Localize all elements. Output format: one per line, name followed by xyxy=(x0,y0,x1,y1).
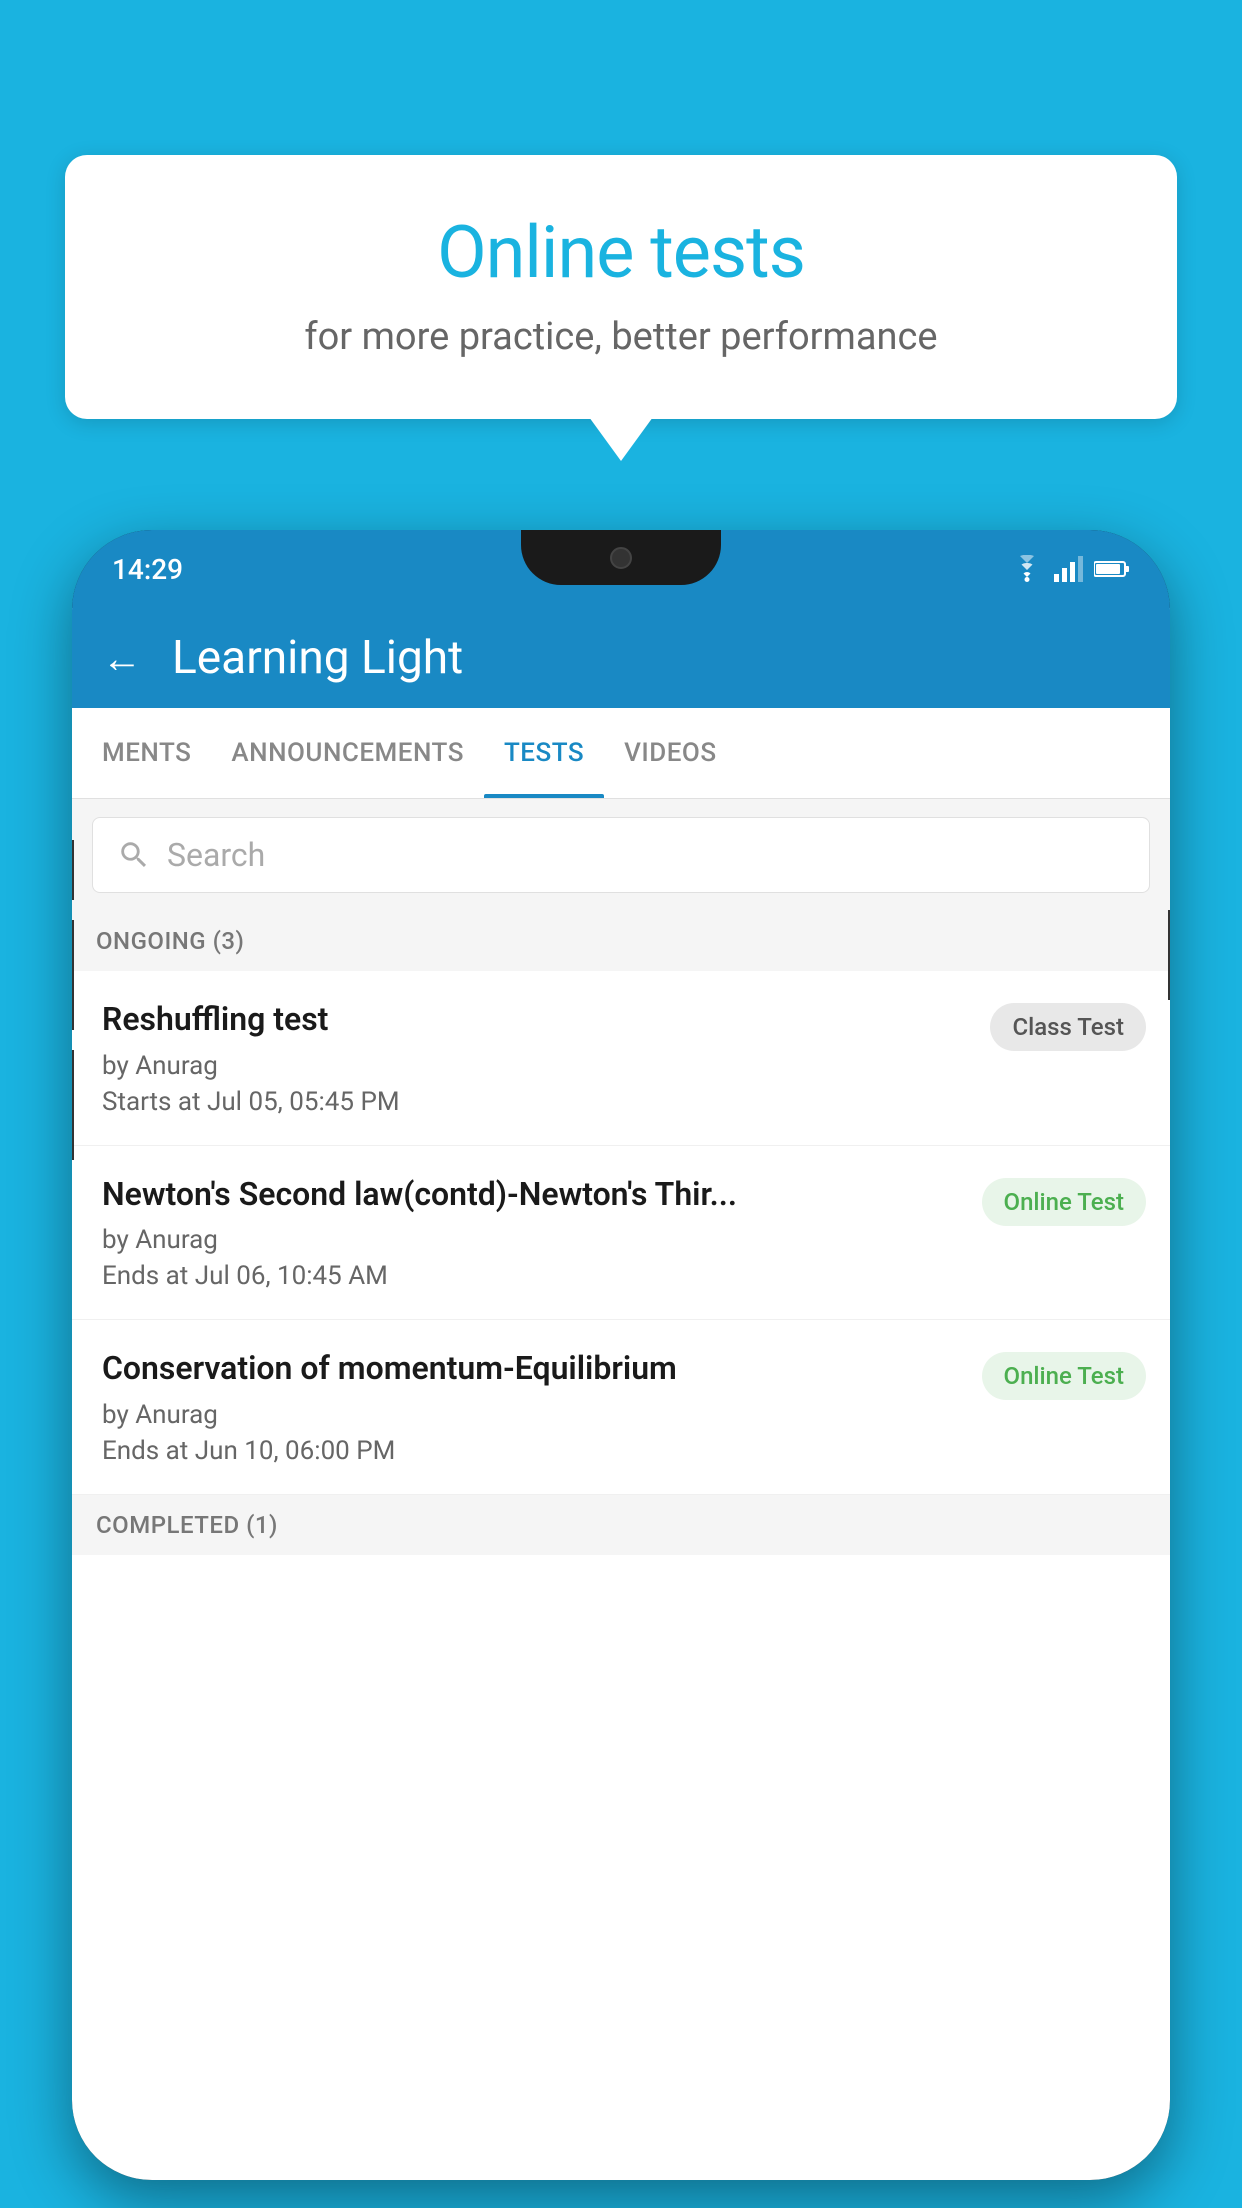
search-bar[interactable]: Search xyxy=(92,817,1150,893)
status-bar: 14:29 xyxy=(72,530,1170,608)
test-date: Ends at Jul 06, 10:45 AM xyxy=(102,1261,962,1291)
test-list: Reshuffling test by Anurag Starts at Jul… xyxy=(72,971,1170,1495)
test-item[interactable]: Conservation of momentum-Equilibrium by … xyxy=(72,1320,1170,1495)
bubble-subtitle: for more practice, better performance xyxy=(125,315,1117,359)
bubble-title: Online tests xyxy=(125,210,1117,295)
search-icon xyxy=(117,838,151,872)
test-title: Reshuffling test xyxy=(102,999,970,1041)
test-title: Newton's Second law(contd)-Newton's Thir… xyxy=(102,1174,962,1216)
app-header: ← Learning Light xyxy=(72,608,1170,708)
test-info: Conservation of momentum-Equilibrium by … xyxy=(102,1348,982,1466)
phone-camera xyxy=(610,547,632,569)
test-info: Newton's Second law(contd)-Newton's Thir… xyxy=(102,1174,982,1292)
phone-notch xyxy=(521,530,721,585)
back-button[interactable]: ← xyxy=(102,635,142,682)
test-badge-class: Class Test xyxy=(990,1003,1146,1051)
status-time: 14:29 xyxy=(112,553,183,586)
app-title: Learning Light xyxy=(172,631,463,685)
tab-videos[interactable]: VIDEOS xyxy=(604,708,736,798)
signal-icon xyxy=(1054,556,1084,582)
tabs-bar: MENTS ANNOUNCEMENTS TESTS VIDEOS xyxy=(72,708,1170,799)
completed-section-header: COMPLETED (1) xyxy=(72,1495,1170,1555)
ongoing-section-header: ONGOING (3) xyxy=(72,911,1170,971)
tab-announcements[interactable]: ANNOUNCEMENTS xyxy=(211,708,484,798)
speech-bubble: Online tests for more practice, better p… xyxy=(65,155,1177,419)
tab-tests[interactable]: TESTS xyxy=(484,708,604,798)
phone-frame: 14:29 xyxy=(72,530,1170,2180)
test-badge-online: Online Test xyxy=(982,1178,1146,1226)
speech-bubble-container: Online tests for more practice, better p… xyxy=(65,155,1177,419)
phone-screen: ← Learning Light MENTS ANNOUNCEMENTS TES… xyxy=(72,608,1170,2180)
test-date: Starts at Jul 05, 05:45 PM xyxy=(102,1087,970,1117)
test-badge-online-2: Online Test xyxy=(982,1352,1146,1400)
test-author: by Anurag xyxy=(102,1400,962,1430)
volume-button-2 xyxy=(72,920,74,1030)
test-author: by Anurag xyxy=(102,1051,970,1081)
test-item[interactable]: Reshuffling test by Anurag Starts at Jul… xyxy=(72,971,1170,1146)
search-placeholder: Search xyxy=(167,836,265,874)
tab-assignments[interactable]: MENTS xyxy=(82,708,211,798)
volume-button-1 xyxy=(72,840,74,900)
test-date: Ends at Jun 10, 06:00 PM xyxy=(102,1436,962,1466)
power-button xyxy=(1168,910,1170,1000)
volume-button-3 xyxy=(72,1050,74,1160)
search-container: Search xyxy=(72,799,1170,911)
test-info: Reshuffling test by Anurag Starts at Jul… xyxy=(102,999,990,1117)
wifi-icon xyxy=(1010,555,1044,583)
test-item[interactable]: Newton's Second law(contd)-Newton's Thir… xyxy=(72,1146,1170,1321)
test-author: by Anurag xyxy=(102,1225,962,1255)
battery-icon xyxy=(1094,559,1130,579)
status-icons xyxy=(1010,555,1130,583)
test-title: Conservation of momentum-Equilibrium xyxy=(102,1348,962,1390)
